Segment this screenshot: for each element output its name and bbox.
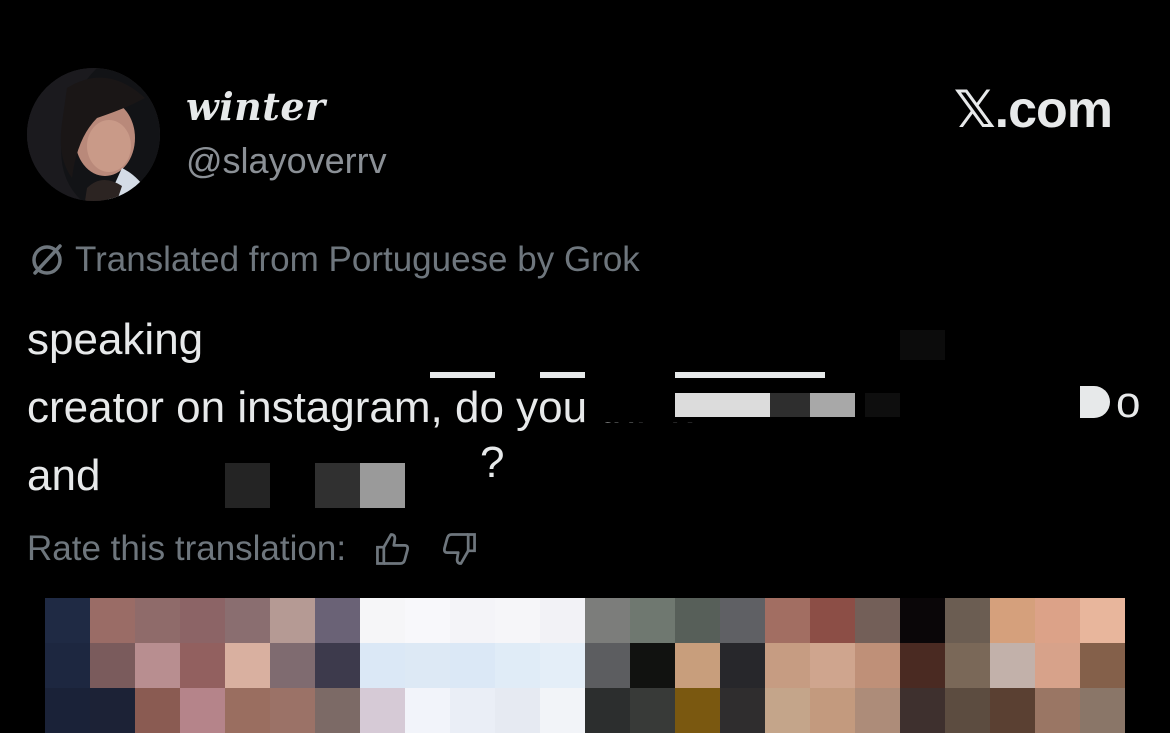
media-pixel	[270, 598, 315, 643]
media-pixel	[315, 643, 360, 688]
media-pixel	[990, 598, 1035, 643]
media-pixel	[495, 688, 540, 733]
translation-notice-text: Translated from Portuguese by Grok	[75, 240, 640, 279]
avatar-photo	[27, 68, 160, 201]
media-pixel	[180, 688, 225, 733]
media-pixel	[405, 598, 450, 643]
media-pixel	[990, 643, 1035, 688]
user-handle[interactable]: @slayoverrv	[186, 140, 387, 182]
tweet-media-image[interactable]	[45, 598, 1125, 733]
media-pixel	[405, 688, 450, 733]
avatar[interactable]	[27, 68, 160, 201]
media-pixel	[90, 643, 135, 688]
redaction-block	[770, 393, 810, 417]
media-pixel	[90, 598, 135, 643]
media-pixel	[45, 598, 90, 643]
media-pixel	[900, 643, 945, 688]
media-pixel	[720, 598, 765, 643]
media-pixel	[1035, 643, 1080, 688]
media-pixel	[810, 598, 855, 643]
media-pixel	[855, 598, 900, 643]
redaction-block	[430, 372, 495, 378]
media-pixel	[585, 598, 630, 643]
media-pixel	[630, 598, 675, 643]
media-pixel	[675, 688, 720, 733]
media-pixel	[945, 688, 990, 733]
media-pixel	[360, 598, 405, 643]
media-pixel	[450, 598, 495, 643]
media-pixel	[270, 643, 315, 688]
media-pixel	[945, 643, 990, 688]
media-pixel	[405, 643, 450, 688]
redaction-block	[360, 463, 405, 508]
redaction-block	[865, 393, 900, 417]
media-pixel	[810, 643, 855, 688]
media-pixel	[225, 688, 270, 733]
redaction-block	[675, 393, 770, 417]
media-pixel	[225, 598, 270, 643]
media-pixel	[135, 643, 180, 688]
redaction-block	[315, 463, 360, 508]
media-pixel	[720, 643, 765, 688]
thumbs-down-icon[interactable]	[438, 527, 482, 571]
media-pixel	[900, 688, 945, 733]
media-pixel	[135, 688, 180, 733]
media-pixel	[585, 643, 630, 688]
thumbs-up-icon[interactable]	[370, 527, 414, 571]
media-pixel	[630, 688, 675, 733]
media-pixel	[540, 688, 585, 733]
display-name[interactable]: winter	[186, 84, 326, 129]
media-pixel	[495, 643, 540, 688]
grok-icon	[27, 240, 67, 280]
redaction-block: o	[1116, 378, 1141, 427]
media-pixel	[585, 688, 630, 733]
media-pixel	[1080, 643, 1125, 688]
media-pixel	[1035, 598, 1080, 643]
media-pixel	[315, 598, 360, 643]
media-pixel	[810, 688, 855, 733]
redaction-block	[810, 393, 855, 417]
rate-translation: Rate this translation:	[27, 527, 482, 571]
media-pixel	[360, 643, 405, 688]
media-pixel	[180, 598, 225, 643]
media-pixel	[540, 643, 585, 688]
media-pixel	[630, 643, 675, 688]
media-pixel	[720, 688, 765, 733]
media-pixel	[900, 598, 945, 643]
media-pixel	[135, 598, 180, 643]
redaction-block	[540, 372, 585, 378]
redaction-block	[218, 310, 1118, 362]
media-pixel	[540, 598, 585, 643]
media-pixel	[855, 643, 900, 688]
media-pixel	[45, 688, 90, 733]
media-pixel	[1035, 688, 1080, 733]
media-pixel	[270, 688, 315, 733]
redaction-block	[900, 330, 945, 360]
media-pixel	[855, 688, 900, 733]
media-pixel	[765, 643, 810, 688]
x-logo: 𝕏.com	[953, 81, 1113, 139]
media-pixel	[450, 688, 495, 733]
media-pixel	[45, 643, 90, 688]
media-pixel	[1080, 598, 1125, 643]
media-pixel	[765, 598, 810, 643]
media-pixel	[990, 688, 1035, 733]
media-pixel	[675, 598, 720, 643]
media-pixel	[1080, 688, 1125, 733]
rate-translation-label: Rate this translation:	[27, 529, 347, 568]
media-pixel	[225, 643, 270, 688]
media-pixel	[675, 643, 720, 688]
media-pixel	[90, 688, 135, 733]
media-pixel	[360, 688, 405, 733]
media-pixel	[945, 598, 990, 643]
redaction-block	[675, 372, 825, 378]
media-pixel	[450, 643, 495, 688]
media-pixel	[495, 598, 540, 643]
media-pixel	[315, 688, 360, 733]
redaction-block	[225, 463, 270, 508]
redaction-block: ?	[480, 438, 505, 487]
translation-notice: Translated from Portuguese by Grok	[27, 240, 640, 280]
media-pixel	[765, 688, 810, 733]
media-pixel	[180, 643, 225, 688]
